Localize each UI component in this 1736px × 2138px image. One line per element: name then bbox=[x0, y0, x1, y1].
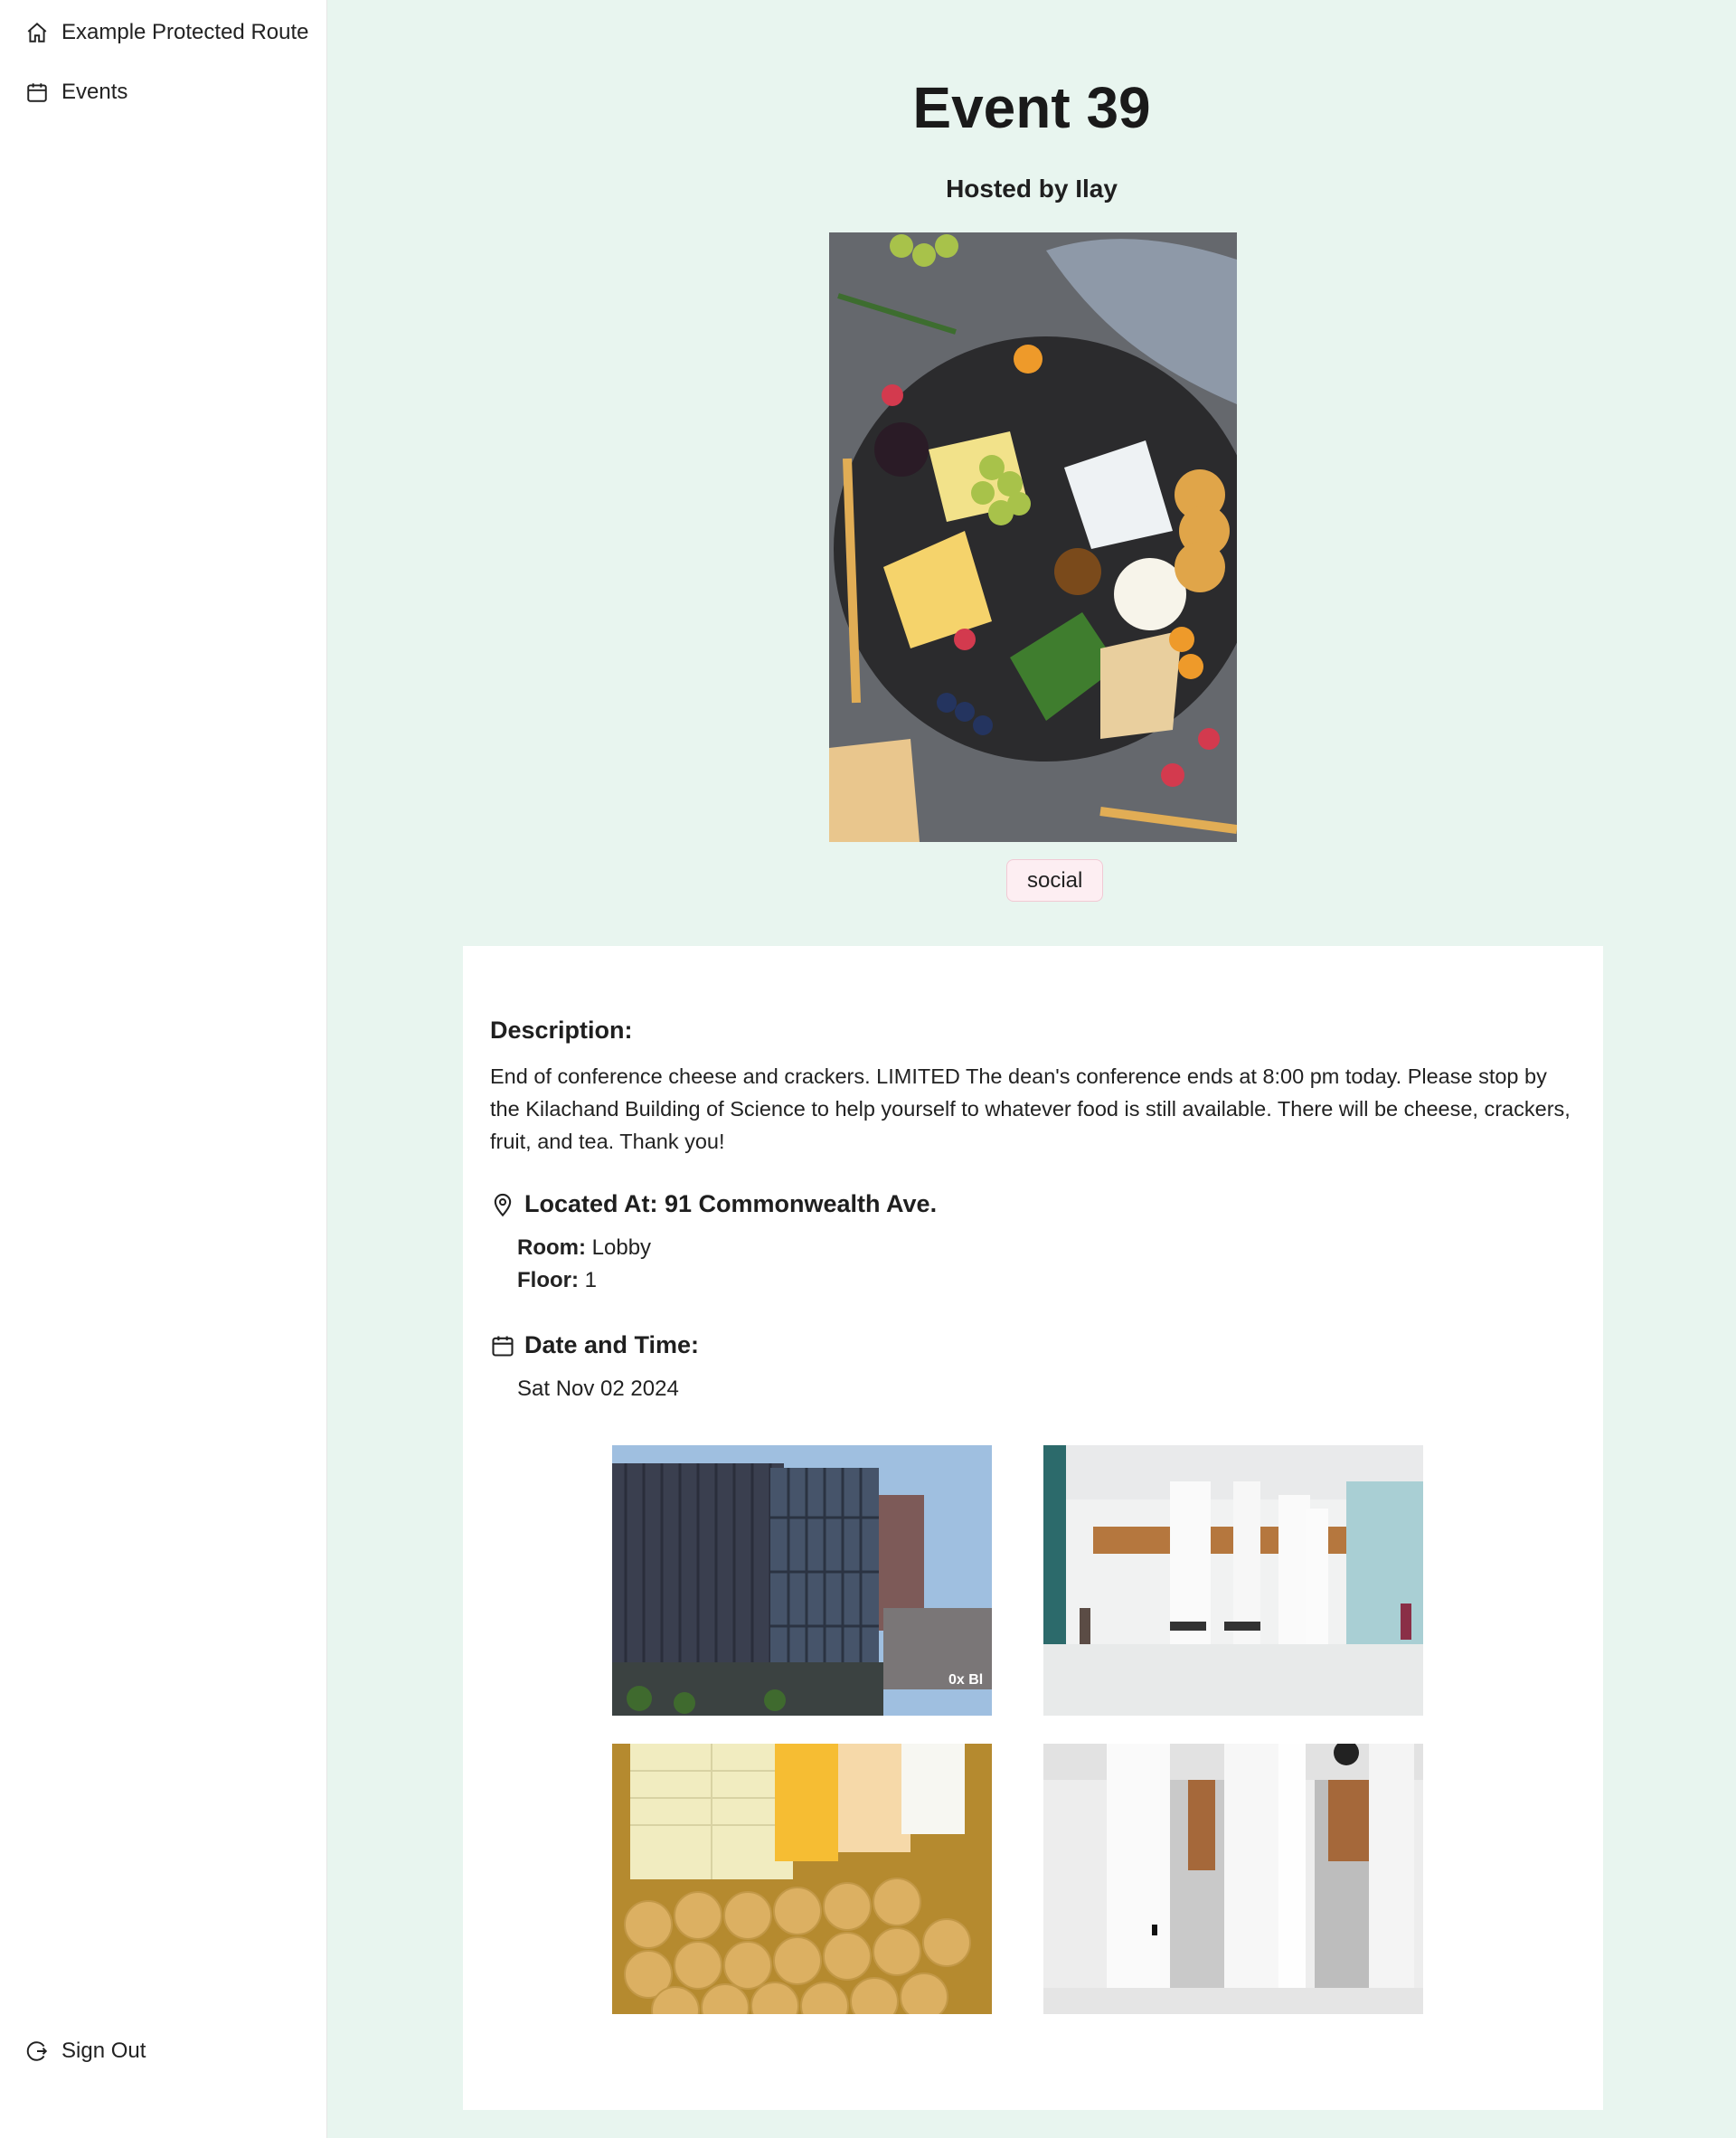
main-content: Event 39 Hosted by Ilay social Descripti… bbox=[327, 0, 1736, 2138]
page-title: Event 39 bbox=[912, 75, 1151, 140]
event-hero-image bbox=[829, 232, 1237, 842]
room-label: Room: bbox=[517, 1235, 586, 1260]
map-pin-icon bbox=[494, 1193, 512, 1216]
event-description: End of conference cheese and crackers. L… bbox=[490, 1064, 1571, 1153]
room-value: Lobby bbox=[585, 1235, 652, 1260]
sidebar-item-example-protected-route[interactable]: Example Protected Route bbox=[25, 20, 308, 45]
event-photo-lobby-columns bbox=[1043, 1445, 1423, 1716]
home-icon bbox=[27, 22, 47, 43]
calendar-icon bbox=[492, 1336, 514, 1357]
event-photo-cheese-crackers bbox=[612, 1744, 992, 2014]
event-details-card: Description: End of conference cheese an… bbox=[463, 946, 1603, 2110]
event-photo-lobby-interior bbox=[1043, 1744, 1423, 2014]
sidebar-item-events[interactable]: Events bbox=[25, 80, 127, 105]
event-tag: social bbox=[1006, 859, 1104, 902]
sidebar-item-label: Events bbox=[61, 80, 128, 104]
event-photo-building-exterior: 0x Bl bbox=[612, 1445, 992, 1716]
calendar-icon bbox=[27, 83, 47, 102]
datetime-text: Date and Time: bbox=[524, 1331, 700, 1358]
room-row: Room: Lobby bbox=[517, 1235, 651, 1261]
floor-value: 1 bbox=[578, 1268, 597, 1292]
location-heading: Located At: 91 Commonwealth Ave. bbox=[490, 1190, 937, 1218]
location-text: Located At: 91 Commonwealth Ave. bbox=[524, 1190, 938, 1217]
event-host: Hosted by Ilay bbox=[946, 175, 1118, 203]
sign-out-icon bbox=[26, 2041, 48, 2061]
sign-out-button[interactable]: Sign Out bbox=[25, 2039, 146, 2064]
sidebar: Example Protected Route Events Sign Out bbox=[0, 0, 327, 2138]
event-date: Sat Nov 02 2024 bbox=[517, 1376, 679, 1401]
description-heading: Description: bbox=[490, 1017, 633, 1044]
floor-label: Floor: bbox=[517, 1268, 579, 1292]
sign-out-label: Sign Out bbox=[61, 2039, 146, 2063]
floor-row: Floor: 1 bbox=[517, 1268, 597, 1293]
photo-watermark: 0x Bl bbox=[948, 1672, 983, 1688]
sidebar-item-label: Example Protected Route bbox=[61, 20, 309, 44]
datetime-heading: Date and Time: bbox=[490, 1331, 699, 1359]
